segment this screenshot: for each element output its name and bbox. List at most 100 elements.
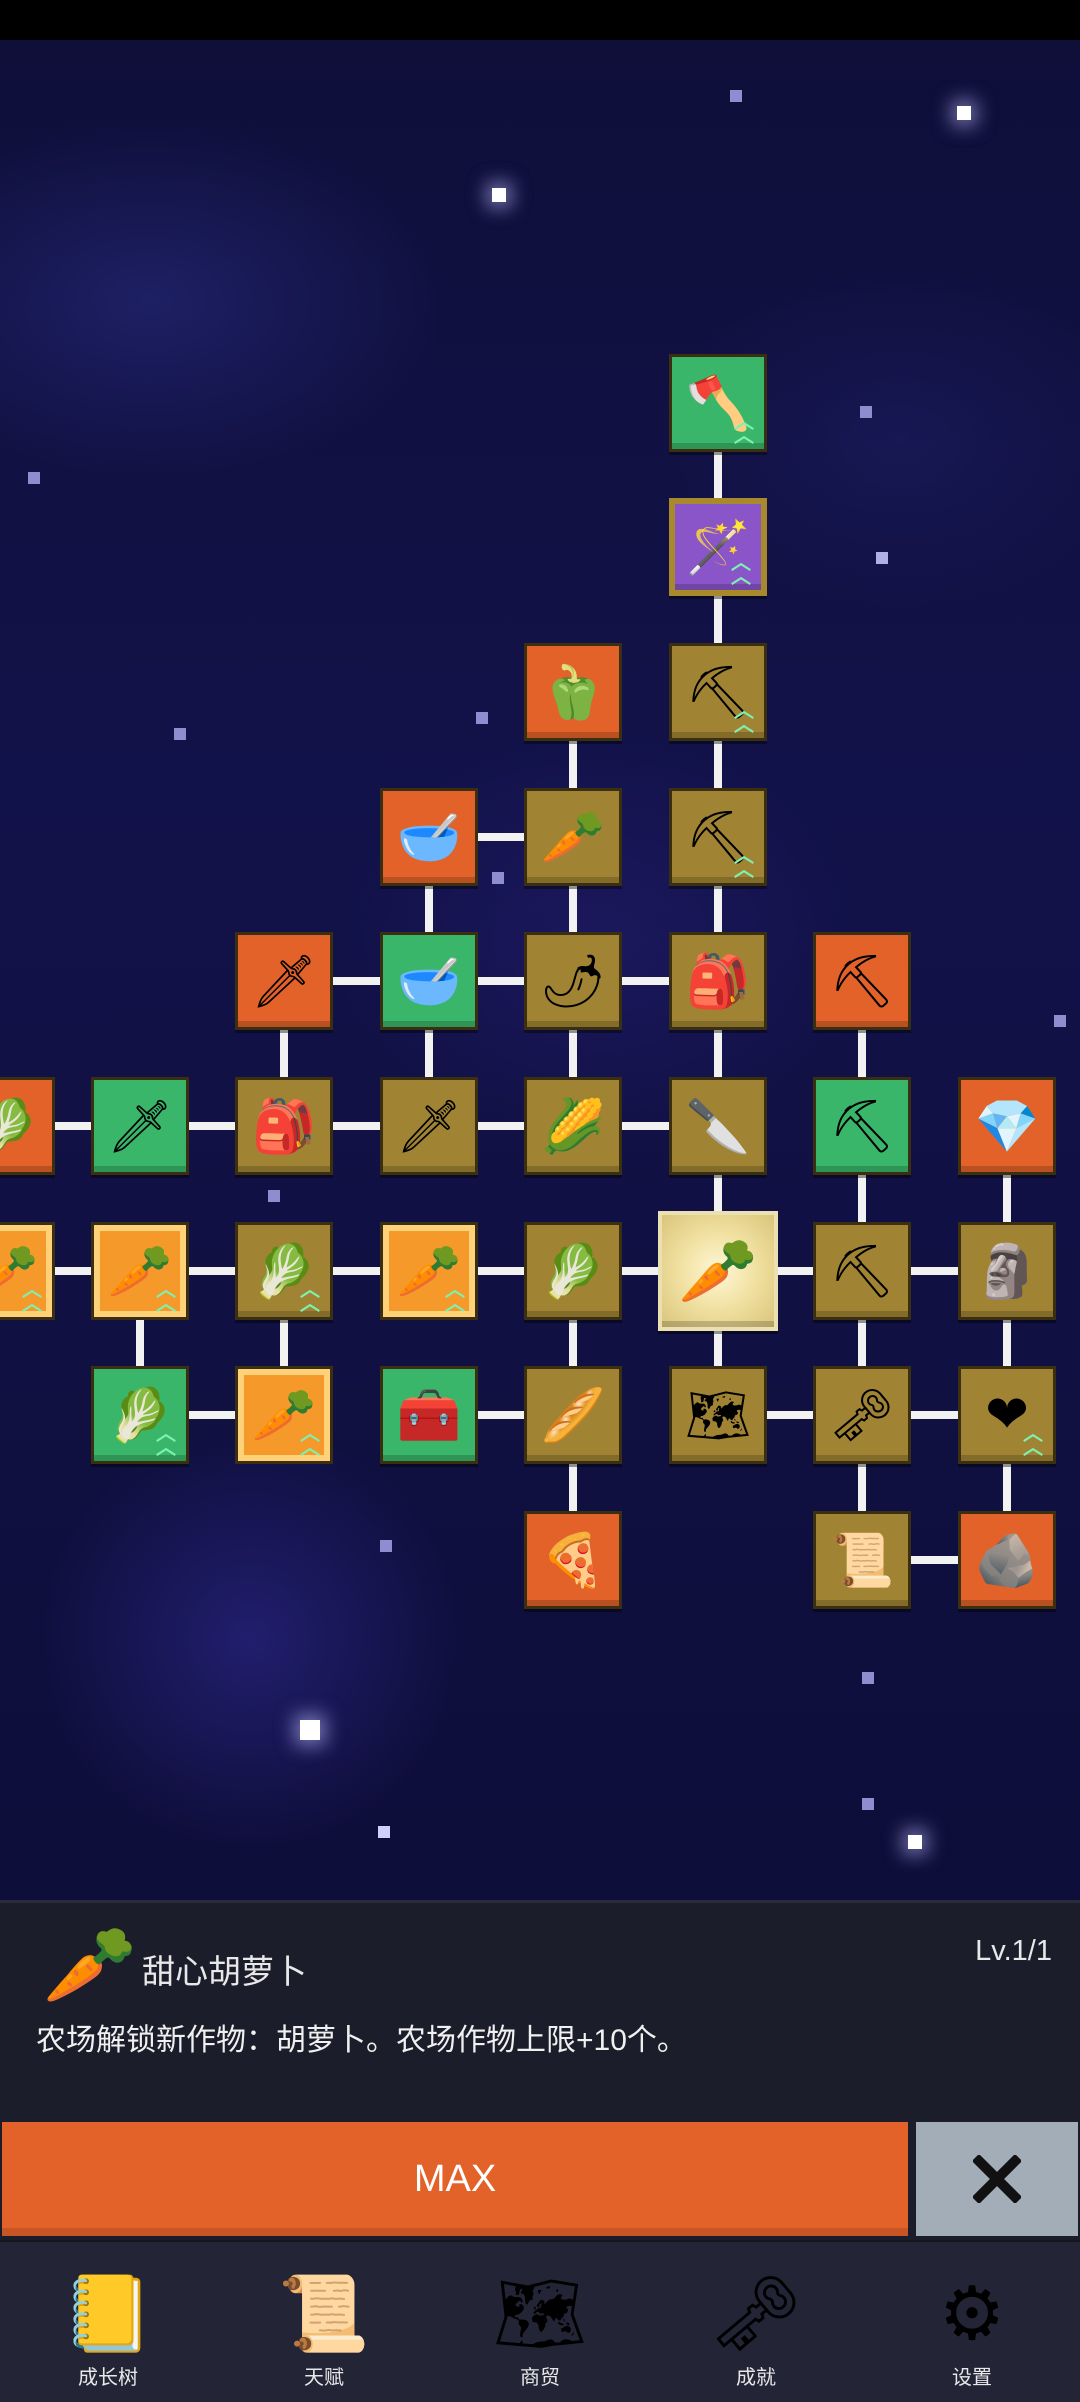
- sword-3-icon: 🗡: [395, 1097, 462, 1156]
- upgrade-chevron-icon: ︿ ︿: [22, 1279, 42, 1315]
- skill-node-partial-left-1[interactable]: 🥬: [0, 1077, 55, 1175]
- star: [378, 1826, 390, 1838]
- skill-node-pizza[interactable]: 🍕: [524, 1511, 622, 1609]
- star: [492, 872, 504, 884]
- close-button[interactable]: [916, 2122, 1078, 2236]
- skill-node-radish[interactable]: 🥕: [524, 788, 622, 886]
- close-icon: [973, 2155, 1021, 2203]
- skill-node-pickaxe-3[interactable]: ⛏: [813, 1222, 911, 1320]
- skill-node-sword-3[interactable]: 🗡: [380, 1077, 478, 1175]
- skill-info-panel: 🥕 甜心胡萝卜 Lv.1/1 农场解锁新作物：胡萝卜。农场作物上限+10个。: [0, 1900, 1080, 2123]
- skill-node-carrot-2[interactable]: 🥕 ︿ ︿: [380, 1222, 478, 1320]
- star: [476, 712, 488, 724]
- skill-node-map[interactable]: 🗺: [669, 1366, 767, 1464]
- skill-level: Lv.1/1: [975, 1935, 1052, 1967]
- star: [380, 1540, 392, 1552]
- pepper-green-icon: 🫑: [540, 663, 606, 722]
- skill-node-shovel-top[interactable]: 🪓 ︿ ︿: [669, 354, 767, 452]
- crystal-icon: 💎: [974, 1097, 1040, 1156]
- pizza-icon: 🍕: [540, 1531, 606, 1590]
- skill-node-heart[interactable]: ❤ ︿ ︿: [958, 1366, 1056, 1464]
- nav-label: 天赋: [304, 2367, 344, 2389]
- skill-node-sword-gold[interactable]: 🗡: [235, 932, 333, 1030]
- knife-icon: 🔪: [685, 1097, 751, 1156]
- star: [730, 90, 742, 102]
- skill-node-parsnip[interactable]: 🥖: [524, 1366, 622, 1464]
- skill-node-cabbage-2[interactable]: 🥬: [524, 1222, 622, 1320]
- backpack-2-icon: 🎒: [251, 1097, 317, 1156]
- scroll-icon: 📜: [277, 2272, 371, 2355]
- radish-icon: 🥕: [540, 808, 606, 867]
- nav-settings[interactable]: ⚙ 设置: [864, 2242, 1080, 2402]
- skill-node-scroll[interactable]: 📜: [813, 1511, 911, 1609]
- skill-node-bowl-1[interactable]: 🥣: [380, 788, 478, 886]
- sword-gold-icon: 🗡: [250, 952, 317, 1011]
- corn-icon: 🌽: [540, 1097, 606, 1156]
- skill-node-chest[interactable]: 🧰: [380, 1366, 478, 1464]
- upgrade-chevron-icon: ︿ ︿: [445, 1279, 465, 1315]
- skill-node-carrot-3[interactable]: 🥕 ︿ ︿: [235, 1366, 333, 1464]
- nav-achievement[interactable]: 🗝 成就: [648, 2242, 864, 2402]
- upgrade-chevron-icon: ︿ ︿: [734, 411, 754, 447]
- carrot-selected-icon: 🥕: [678, 1234, 758, 1307]
- star: [862, 1798, 874, 1810]
- max-button[interactable]: MAX: [2, 2122, 908, 2236]
- pickaxe-3-icon: ⛏: [828, 1242, 895, 1301]
- skill-node-sword-2[interactable]: 🗡: [91, 1077, 189, 1175]
- skill-node-backpack-1[interactable]: 🎒: [669, 932, 767, 1030]
- key-icon: 🗝: [709, 2272, 803, 2355]
- skill-node-shovel-magic[interactable]: 🪄 ︿ ︿: [669, 498, 767, 596]
- chili-icon: 🌶: [539, 952, 606, 1011]
- star: [174, 728, 186, 740]
- upgrade-chevron-icon: ︿ ︿: [300, 1279, 320, 1315]
- skill-node-knife[interactable]: 🔪: [669, 1077, 767, 1175]
- status-bar: [0, 0, 1080, 40]
- skill-node-corn[interactable]: 🌽: [524, 1077, 622, 1175]
- nav-label: 商贸: [520, 2367, 560, 2389]
- nav-growth-tree[interactable]: 📒 成长树: [0, 2242, 216, 2402]
- star: [268, 1190, 280, 1202]
- scroll-icon: 📜: [829, 1531, 895, 1590]
- skill-node-cabbage-3[interactable]: 🥬 ︿ ︿: [91, 1366, 189, 1464]
- nav-label: 成长树: [78, 2367, 138, 2389]
- pickaxe-2-icon: ⛏: [828, 1097, 895, 1156]
- chest-icon: 🧰: [396, 1386, 462, 1445]
- skill-node-shovel-3[interactable]: ⛏ ︿ ︿: [669, 643, 767, 741]
- skill-node-crystal[interactable]: 💎: [958, 1077, 1056, 1175]
- upgrade-chevron-icon: ︿ ︿: [156, 1279, 176, 1315]
- skill-node-partial-left-2[interactable]: 🥕 ︿ ︿: [0, 1222, 55, 1320]
- star: [862, 1672, 874, 1684]
- map-icon: 🗺: [684, 1386, 751, 1445]
- skill-node-shovel-4[interactable]: ⛏ ︿ ︿: [669, 788, 767, 886]
- skill-node-carrot-1[interactable]: 🥕 ︿ ︿: [91, 1222, 189, 1320]
- key-gold-icon: 🗝: [828, 1386, 895, 1445]
- nav-talent[interactable]: 📜 天赋: [216, 2242, 432, 2402]
- skill-node-key-gold[interactable]: 🗝: [813, 1366, 911, 1464]
- upgrade-chevron-icon: ︿ ︿: [731, 552, 751, 588]
- skill-node-chili[interactable]: 🌶: [524, 932, 622, 1030]
- statue-icon: 🗿: [974, 1242, 1040, 1301]
- upgrade-chevron-icon: ︿ ︿: [734, 845, 754, 881]
- skill-node-backpack-2[interactable]: 🎒: [235, 1077, 333, 1175]
- skill-node-pepper-green[interactable]: 🫑: [524, 643, 622, 741]
- skill-node-pickaxe-gold[interactable]: ⛏: [813, 932, 911, 1030]
- skill-node-stone[interactable]: 🪨: [958, 1511, 1056, 1609]
- nav-label: 设置: [952, 2367, 992, 2389]
- sword-2-icon: 🗡: [106, 1097, 173, 1156]
- star: [492, 188, 506, 202]
- action-bar: MAX: [0, 2120, 1080, 2240]
- pickaxe-gold-icon: ⛏: [828, 952, 895, 1011]
- upgrade-chevron-icon: ︿ ︿: [156, 1423, 176, 1459]
- star: [28, 472, 40, 484]
- skill-node-bowl-2[interactable]: 🥣: [380, 932, 478, 1030]
- skill-node-cabbage-1[interactable]: 🥬 ︿ ︿: [235, 1222, 333, 1320]
- bowl-2-icon: 🥣: [396, 952, 462, 1011]
- cabbage-2-icon: 🥬: [540, 1242, 606, 1301]
- skill-node-carrot-selected[interactable]: 🥕: [658, 1211, 778, 1331]
- skill-node-statue[interactable]: 🗿: [958, 1222, 1056, 1320]
- skill-node-pickaxe-2[interactable]: ⛏: [813, 1077, 911, 1175]
- nav-trade[interactable]: 🗺 商贸: [432, 2242, 648, 2402]
- gear-icon: ⚙: [938, 2272, 1006, 2355]
- stone-icon: 🪨: [974, 1531, 1040, 1590]
- star: [1054, 1015, 1066, 1027]
